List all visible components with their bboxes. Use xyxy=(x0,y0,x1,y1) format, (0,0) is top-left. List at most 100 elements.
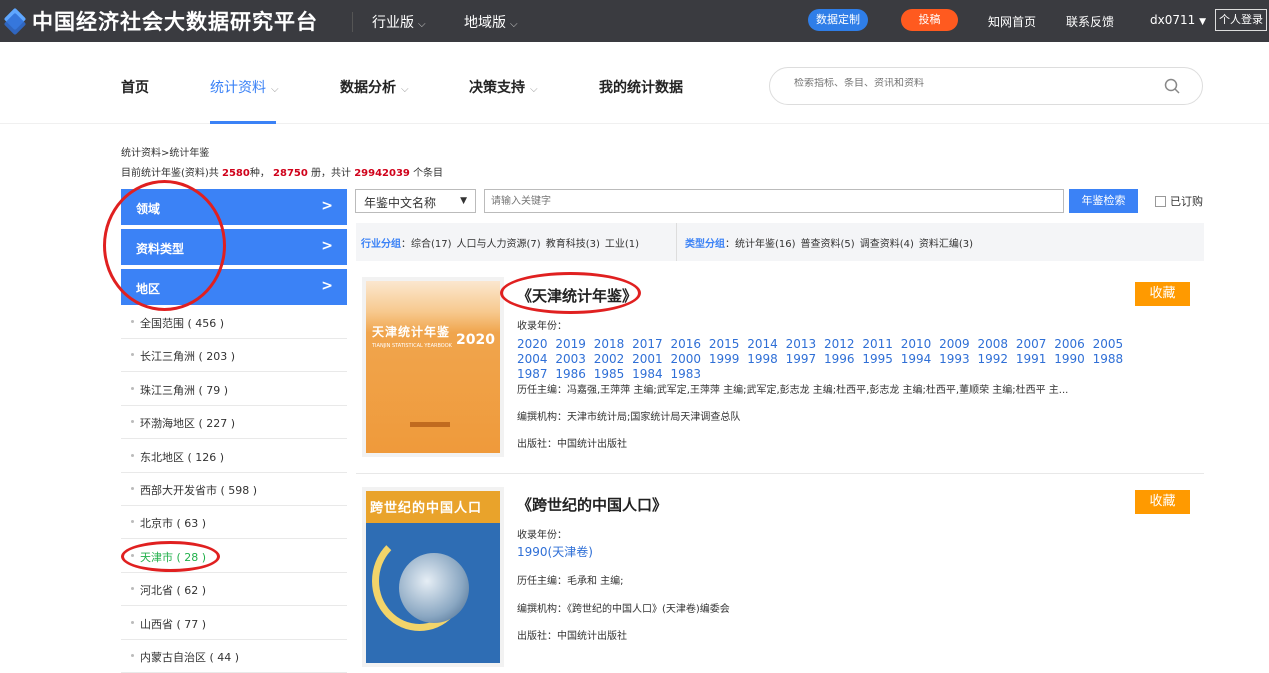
region-item[interactable]: 内蒙古自治区 ( 44 ) xyxy=(121,639,347,673)
year-link[interactable]: 2010 xyxy=(901,337,932,351)
year-link[interactable]: 1986 xyxy=(555,367,586,381)
year-link[interactable]: 2009 xyxy=(939,337,970,351)
years-list: 2020 2019 2018 2017 2016 2015 2014 2013 … xyxy=(517,337,1157,382)
year-link[interactable]: 1993 xyxy=(939,352,970,366)
year-link[interactable]: 1998 xyxy=(747,352,778,366)
result-title[interactable]: 《跨世纪的中国人口》 xyxy=(517,494,667,515)
nav-my-data-label: 我的统计数据 xyxy=(599,80,683,96)
year-link[interactable]: 2014 xyxy=(747,337,778,351)
subscribed-label: 已订购 xyxy=(1170,195,1203,208)
region-item[interactable]: 河北省 ( 62 ) xyxy=(121,572,347,607)
nav-decision[interactable]: 决策支持 ⌵ xyxy=(469,77,538,97)
data-custom-button[interactable]: 数据定制 xyxy=(808,9,868,31)
year-link[interactable]: 1992 xyxy=(978,352,1009,366)
filter-item[interactable]: 统计年鉴(16) xyxy=(735,239,796,250)
year-link[interactable]: 1991 xyxy=(1016,352,1047,366)
year-link[interactable]: 1988 xyxy=(1093,352,1124,366)
result-card: 天津统计年鉴 2020 TIANJIN STATISTICAL YEARBOOK… xyxy=(356,263,1204,474)
year-link[interactable]: 2005 xyxy=(1093,337,1124,351)
yearbook-search-button[interactable]: 年鉴检索 xyxy=(1069,189,1138,213)
global-search xyxy=(769,67,1203,105)
year-link[interactable]: 2006 xyxy=(1054,337,1085,351)
year-link[interactable]: 2015 xyxy=(709,337,740,351)
search-icon[interactable] xyxy=(1164,78,1180,94)
cnki-home-link[interactable]: 知网首页 xyxy=(988,13,1036,30)
nav-home[interactable]: 首页 xyxy=(121,77,149,97)
region-item-label: 河北省 ( 62 ) xyxy=(140,584,207,598)
year-link[interactable]: 1984 xyxy=(632,367,663,381)
year-link[interactable]: 2001 xyxy=(632,352,663,366)
region-item[interactable]: 珠江三角洲 ( 79 ) xyxy=(121,372,347,406)
nav-statistics-label: 统计资料 xyxy=(210,80,266,96)
region-item[interactable]: 天津市 ( 28 ) xyxy=(121,539,347,573)
favorite-button[interactable]: 收藏 xyxy=(1135,490,1190,514)
favorite-button[interactable]: 收藏 xyxy=(1135,282,1190,306)
year-link[interactable]: 2013 xyxy=(786,337,817,351)
filter-item[interactable]: 综合(17) xyxy=(411,239,452,250)
subscribed-filter[interactable]: 已订购 xyxy=(1155,193,1203,209)
sidebar-region[interactable]: 地区 > xyxy=(121,269,347,305)
year-link[interactable]: 2000 xyxy=(671,352,702,366)
year-link[interactable]: 2016 xyxy=(671,337,702,351)
platform-logo[interactable]: 中国经济社会大数据研究平台 xyxy=(3,6,318,36)
search-field-select[interactable]: 年鉴中文名称 ▼ xyxy=(355,189,476,213)
feedback-link[interactable]: 联系反馈 xyxy=(1066,13,1114,30)
search-field-value: 年鉴中文名称 xyxy=(364,196,437,210)
chevron-down-icon: ⌵ xyxy=(418,19,426,30)
global-search-input[interactable] xyxy=(794,78,1154,89)
personal-login-button[interactable]: 个人登录 xyxy=(1215,9,1267,31)
year-link[interactable]: 2011 xyxy=(862,337,893,351)
filter-item[interactable]: 普查资料(5) xyxy=(801,239,855,250)
result-title[interactable]: 《天津统计年鉴》 xyxy=(517,285,637,306)
region-item[interactable]: 山西省 ( 77 ) xyxy=(121,606,347,640)
filter-item[interactable]: 教育科技(3) xyxy=(546,239,600,250)
region-item[interactable]: 北京市 ( 63 ) xyxy=(121,505,347,540)
year-link[interactable]: 2004 xyxy=(517,352,548,366)
year-link[interactable]: 1994 xyxy=(901,352,932,366)
year-link[interactable]: 1990(天津卷) xyxy=(517,545,593,559)
region-item[interactable]: 西部大开发省市 ( 598 ) xyxy=(121,472,347,506)
book-cover[interactable]: 天津统计年鉴 2020 TIANJIN STATISTICAL YEARBOOK xyxy=(362,277,504,457)
year-link[interactable]: 1995 xyxy=(862,352,893,366)
cover-title: 跨世纪的中国人口 xyxy=(370,501,483,516)
sidebar-domain[interactable]: 领域 > xyxy=(121,189,347,225)
year-link[interactable]: 1999 xyxy=(709,352,740,366)
sidebar-material-type[interactable]: 资料类型 > xyxy=(121,229,347,265)
filter-item[interactable]: 调查资料(4) xyxy=(860,239,914,250)
region-item[interactable]: 环渤海地区 ( 227 ) xyxy=(121,405,347,440)
nav-my-data[interactable]: 我的统计数据 xyxy=(599,77,683,97)
nav-statistics[interactable]: 统计资料 ⌵ xyxy=(210,77,279,97)
nav-analysis[interactable]: 数据分析 ⌵ xyxy=(340,77,409,97)
stats-volumes-unit: 册，共计 xyxy=(311,168,352,179)
year-link[interactable]: 2018 xyxy=(594,337,625,351)
book-cover[interactable]: 跨世纪的中国人口 xyxy=(362,487,504,667)
filter-item[interactable]: 人口与人力资源(7) xyxy=(457,239,541,250)
region-item[interactable]: 长江三角洲 ( 203 ) xyxy=(121,338,347,373)
year-link[interactable]: 1987 xyxy=(517,367,548,381)
year-link[interactable]: 2003 xyxy=(555,352,586,366)
year-link[interactable]: 2008 xyxy=(978,337,1009,351)
subscribed-checkbox[interactable] xyxy=(1155,195,1166,207)
year-link[interactable]: 2017 xyxy=(632,337,663,351)
year-link[interactable]: 1996 xyxy=(824,352,855,366)
keyword-input[interactable] xyxy=(484,189,1064,213)
year-link[interactable]: 2012 xyxy=(824,337,855,351)
region-item-label: 北京市 ( 63 ) xyxy=(140,517,207,531)
year-link[interactable]: 2019 xyxy=(555,337,586,351)
year-link[interactable]: 2007 xyxy=(1016,337,1047,351)
logo-text: 中国经济社会大数据研究平台 xyxy=(32,10,318,34)
year-link[interactable]: 1990 xyxy=(1054,352,1085,366)
region-item[interactable]: 东北地区 ( 126 ) xyxy=(121,439,347,473)
user-menu[interactable]: dx0711 ▼ xyxy=(1150,13,1206,27)
submit-button[interactable]: 投稿 xyxy=(901,9,958,31)
region-edition-dropdown[interactable]: 地域版 ⌵ xyxy=(464,12,518,32)
year-link[interactable]: 1983 xyxy=(671,367,702,381)
filter-item[interactable]: 资料汇编(3) xyxy=(919,239,973,250)
year-link[interactable]: 2002 xyxy=(594,352,625,366)
year-link[interactable]: 1997 xyxy=(786,352,817,366)
filter-item[interactable]: 工业(1) xyxy=(605,239,639,250)
year-link[interactable]: 2020 xyxy=(517,337,548,351)
industry-edition-dropdown[interactable]: 行业版 ⌵ xyxy=(372,12,426,32)
region-item[interactable]: 全国范围 ( 456 ) xyxy=(121,305,347,339)
year-link[interactable]: 1985 xyxy=(594,367,625,381)
